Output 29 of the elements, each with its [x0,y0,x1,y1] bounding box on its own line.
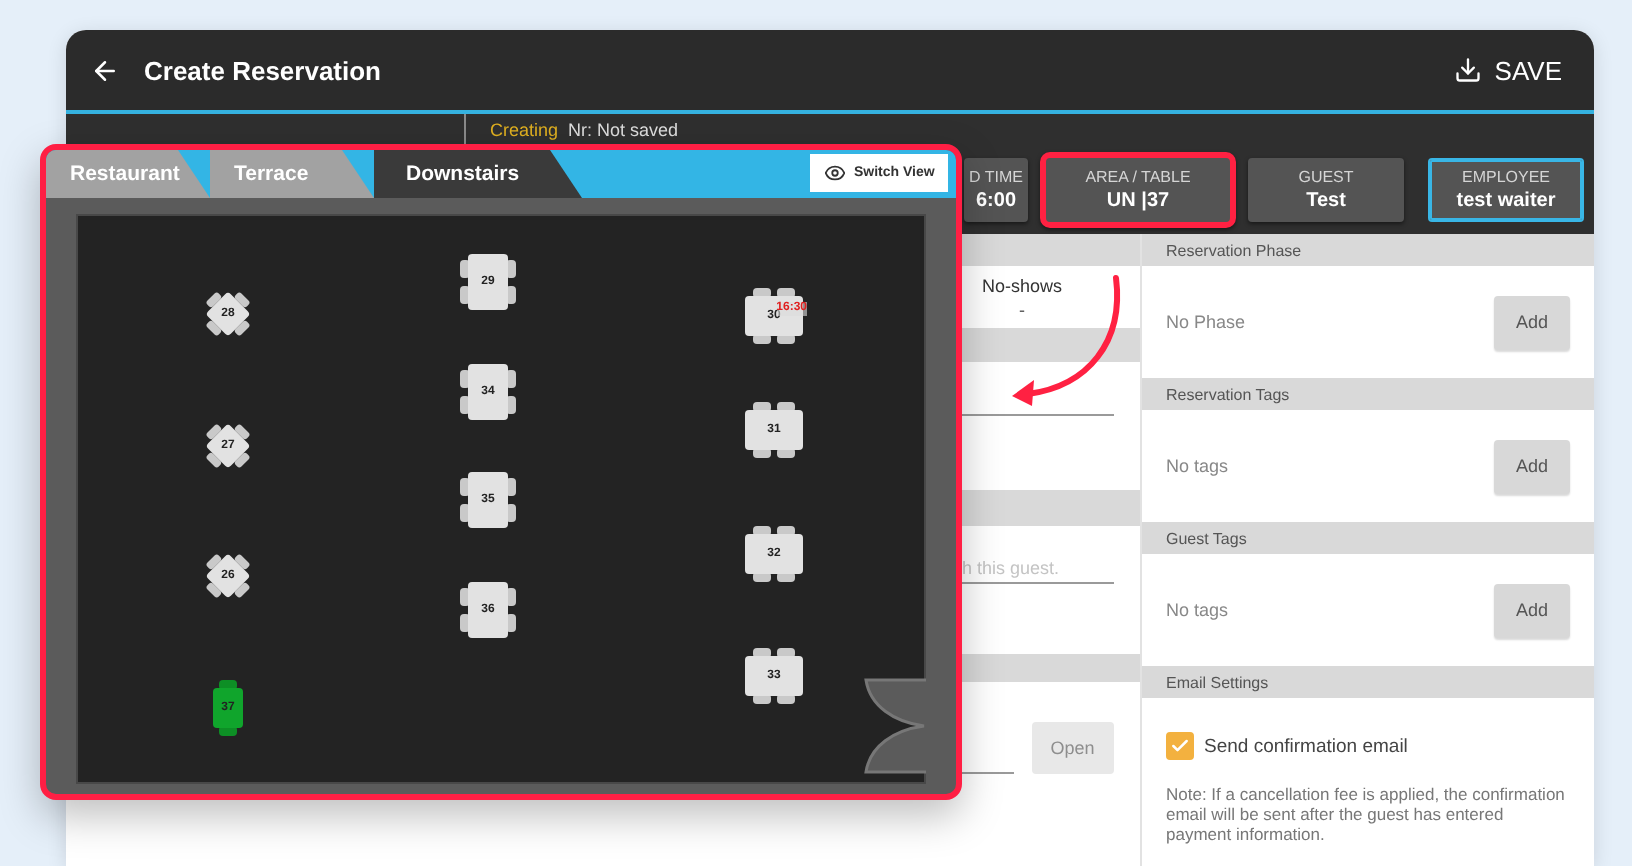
stat-value: - [1019,300,1025,320]
summary-tab[interactable]: AREA / TABLE UN |37 [1040,152,1236,228]
section-header: Reservation Tags [1142,378,1594,410]
empty-text: No tags [1166,600,1229,620]
summary-tab[interactable]: GUEST Test [1248,158,1404,222]
empty-text: No tags [1166,456,1229,476]
section-header: Email Settings [1142,666,1594,698]
stat-label: No-shows [981,276,1062,296]
eye-icon [824,162,846,184]
add-button[interactable]: Add [1494,295,1570,349]
summary-tab[interactable]: EMPLOYEE test waiter [1428,158,1584,222]
record-state: Creating [490,119,559,139]
checkbox-label: Send confirmation email [1204,735,1408,757]
door-drawing [862,678,926,774]
download-icon [1454,56,1483,84]
add-button[interactable]: Add [1494,583,1570,637]
check-icon [1170,736,1190,756]
area-tab[interactable]: Downstairs [374,150,582,198]
checkbox[interactable] [1166,732,1194,760]
section-header: Guest Tags [1142,522,1594,554]
section-header: Reservation Phase [1142,234,1594,266]
record-number: Nr: Not saved [568,119,679,139]
note-text: Note: If a cancellation fee is applied, the confirmation email will be sent after the guest has entered payment information. [1166,784,1567,844]
save-button[interactable]: SAVE [1450,51,1566,89]
add-button[interactable]: Add [1494,439,1570,493]
page-title: Create Reservation [144,55,383,85]
summary-tab[interactable]: D TIME 6:00 [964,158,1028,222]
empty-text: No Phase [1166,312,1246,332]
back-button[interactable] [90,55,120,85]
